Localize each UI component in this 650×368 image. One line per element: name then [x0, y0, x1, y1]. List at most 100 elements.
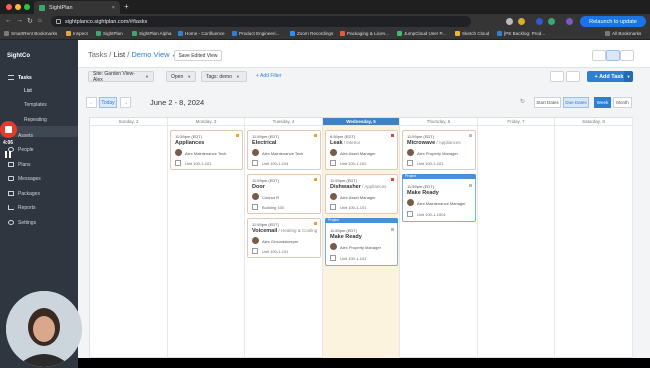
home-icon[interactable]: ⌂ — [38, 18, 42, 24]
day-column-sunday[interactable] — [90, 126, 168, 358]
stop-icon — [5, 126, 12, 133]
bookmark-item[interactable]: SightPlan — [96, 31, 123, 36]
avatar — [407, 149, 414, 156]
save-edited-view-button[interactable]: Save Edited View — [174, 50, 222, 61]
window-minimize-icon[interactable] — [15, 4, 21, 10]
bookmark-item[interactable]: Sketch Cloud — [455, 31, 489, 36]
print-icon[interactable] — [550, 71, 564, 82]
task-card[interactable]: 11:59pm (EDT) Dishwasher / Appliances Al… — [325, 174, 398, 214]
bookmarks-bar: SmartRent Bookmarks Inspect SightPlan Si… — [0, 29, 650, 40]
avatar — [330, 243, 337, 250]
status-icon — [469, 184, 472, 187]
task-card[interactable]: 11:59pm (EDT) Microwave / Appliances Ale… — [402, 130, 476, 170]
bookmark-item[interactable]: Product Engineeri... — [232, 31, 279, 36]
address-bar[interactable]: sightplanco.sightplan.com/#/tasks — [51, 16, 471, 27]
bookmark-item[interactable]: Packaging & Licen... — [340, 31, 389, 36]
bookmark-item[interactable]: [PE Backlog: Prod... — [497, 31, 545, 36]
extension-icon[interactable] — [536, 18, 543, 25]
close-tab-icon[interactable]: × — [112, 5, 115, 11]
export-icon[interactable] — [566, 71, 580, 82]
sidebar-item-plans[interactable]: Plans — [8, 159, 31, 170]
task-card[interactable]: 11:59pm (EDT) Electrical Alex Maintenanc… — [247, 130, 321, 170]
task-title: Voicemail / Heating & Cooling — [252, 228, 318, 234]
bookmark-item[interactable]: SmartRent Bookmarks — [4, 31, 57, 36]
day-header-friday: Friday, 7 — [478, 118, 555, 126]
profile-avatar-icon[interactable] — [566, 18, 573, 25]
pause-recording-button[interactable] — [5, 151, 12, 158]
building-icon — [175, 160, 181, 166]
reload-icon[interactable]: ↻ — [27, 17, 33, 25]
next-week-button[interactable]: → — [120, 97, 131, 108]
calendar-view-icon[interactable] — [606, 50, 620, 61]
window-close-icon[interactable] — [6, 4, 12, 10]
priority-flag-icon — [236, 134, 239, 137]
bookmark-item[interactable]: Zoom Recordings — [290, 31, 333, 36]
search-icon[interactable] — [506, 18, 513, 25]
day-column-saturday[interactable] — [555, 126, 633, 358]
board-view-icon[interactable] — [620, 50, 634, 61]
bookmark-item[interactable]: SightPlan Alpha — [132, 31, 171, 36]
site-info-icon[interactable] — [56, 19, 61, 24]
site-filter-select[interactable]: Site: Garden View-Alex ▼ — [88, 71, 154, 83]
filter-bar: Site: Garden View-Alex ▼ Open ▼ Tags: demo… — [78, 68, 650, 88]
add-task-menu-chevron-icon[interactable]: ▼ — [624, 71, 633, 82]
relaunch-to-update-button[interactable]: Relaunch to update — [580, 16, 646, 27]
breadcrumb: Tasks / List / Demo View ▼ — [88, 50, 176, 59]
extension-icon[interactable] — [548, 18, 555, 25]
sidebar-item-list[interactable]: List — [24, 88, 32, 94]
sidebar-item-messages[interactable]: Messages — [8, 173, 41, 184]
add-filter-link[interactable]: + Add Filter — [256, 73, 281, 79]
sidebar-item-tasks[interactable]: Tasks — [8, 72, 32, 83]
bookmark-item[interactable]: Home - Confluence — [178, 31, 225, 36]
bookmark-item[interactable]: JumpCloud User P... — [397, 31, 446, 36]
day-column-friday[interactable] — [478, 126, 555, 358]
url-text: sightplanco.sightplan.com/#/tasks — [65, 18, 148, 25]
today-button[interactable]: Today — [99, 97, 117, 108]
task-card[interactable]: 11:59pm (EDT) Voicemail / Heating & Cool… — [247, 218, 321, 258]
browser-tab[interactable]: SightPlan × — [34, 1, 120, 14]
task-card[interactable]: 11:59pm (EDT) Door Connor R Building 100 — [247, 174, 321, 214]
task-title: Make Ready — [407, 190, 439, 196]
refresh-icon[interactable]: ↻ — [520, 98, 525, 105]
task-title: Door — [252, 184, 265, 190]
app-brand: SightCo — [7, 53, 30, 59]
task-card[interactable]: 11:59pm (EDT) Appliances Alex Maintenanc… — [170, 130, 243, 170]
sidebar-item-repeating[interactable]: Repeating — [24, 117, 47, 123]
main-content: Tasks / List / Demo View ▼ Save Edited V… — [78, 40, 650, 358]
bookmark-item[interactable]: All Bookmarks — [605, 31, 641, 36]
project-card[interactable]: Project 11:59pm (EDT) Make Ready Alex Pr… — [325, 218, 398, 266]
status-filter-select[interactable]: Open ▼ — [166, 71, 196, 82]
previous-week-button[interactable]: ← — [86, 97, 97, 108]
priority-flag-icon — [391, 178, 394, 181]
breadcrumb-view[interactable]: Demo View — [131, 50, 169, 59]
project-card[interactable]: Project 11:59pm (EDT) Make Ready Alex Ma… — [402, 174, 476, 222]
bookmark-star-icon[interactable] — [518, 18, 525, 25]
status-icon — [391, 228, 394, 231]
sidebar-item-reports[interactable]: Reports — [8, 202, 36, 213]
tasks-icon — [8, 75, 14, 80]
week-view-button[interactable]: Week — [594, 97, 611, 108]
task-card[interactable]: 6:59pm (EDT) Leak / Interior Alex Asset … — [325, 130, 398, 170]
breadcrumb-list[interactable]: List — [113, 50, 125, 59]
avatar — [252, 193, 259, 200]
building-icon — [407, 211, 413, 217]
start-dates-toggle[interactable]: Start Dates — [534, 97, 561, 108]
stop-recording-button[interactable] — [0, 121, 17, 138]
tags-filter-select[interactable]: Tags: demo ▼ — [201, 71, 247, 82]
due-dates-toggle[interactable]: Due Dates — [563, 97, 589, 108]
browser-toolbar: ← → ↻ ⌂ sightplanco.sightplan.com/#/task… — [0, 14, 650, 29]
task-title: Make Ready — [330, 234, 362, 240]
new-tab-icon[interactable]: + — [124, 2, 129, 11]
back-icon[interactable]: ← — [5, 17, 12, 24]
window-maximize-icon[interactable] — [24, 4, 30, 10]
building-icon — [330, 204, 336, 210]
bookmark-item[interactable]: Inspect — [66, 31, 88, 36]
chevron-down-icon: ▼ — [187, 74, 192, 79]
month-view-button[interactable]: Month — [613, 97, 632, 108]
breadcrumb-tasks[interactable]: Tasks — [88, 50, 107, 59]
sidebar-item-templates[interactable]: Templates — [24, 102, 47, 108]
forward-icon[interactable]: → — [16, 17, 23, 24]
sidebar-item-packages[interactable]: Packages — [8, 188, 40, 199]
list-view-icon[interactable] — [592, 50, 606, 61]
sidebar-item-settings[interactable]: Settings — [8, 217, 36, 228]
